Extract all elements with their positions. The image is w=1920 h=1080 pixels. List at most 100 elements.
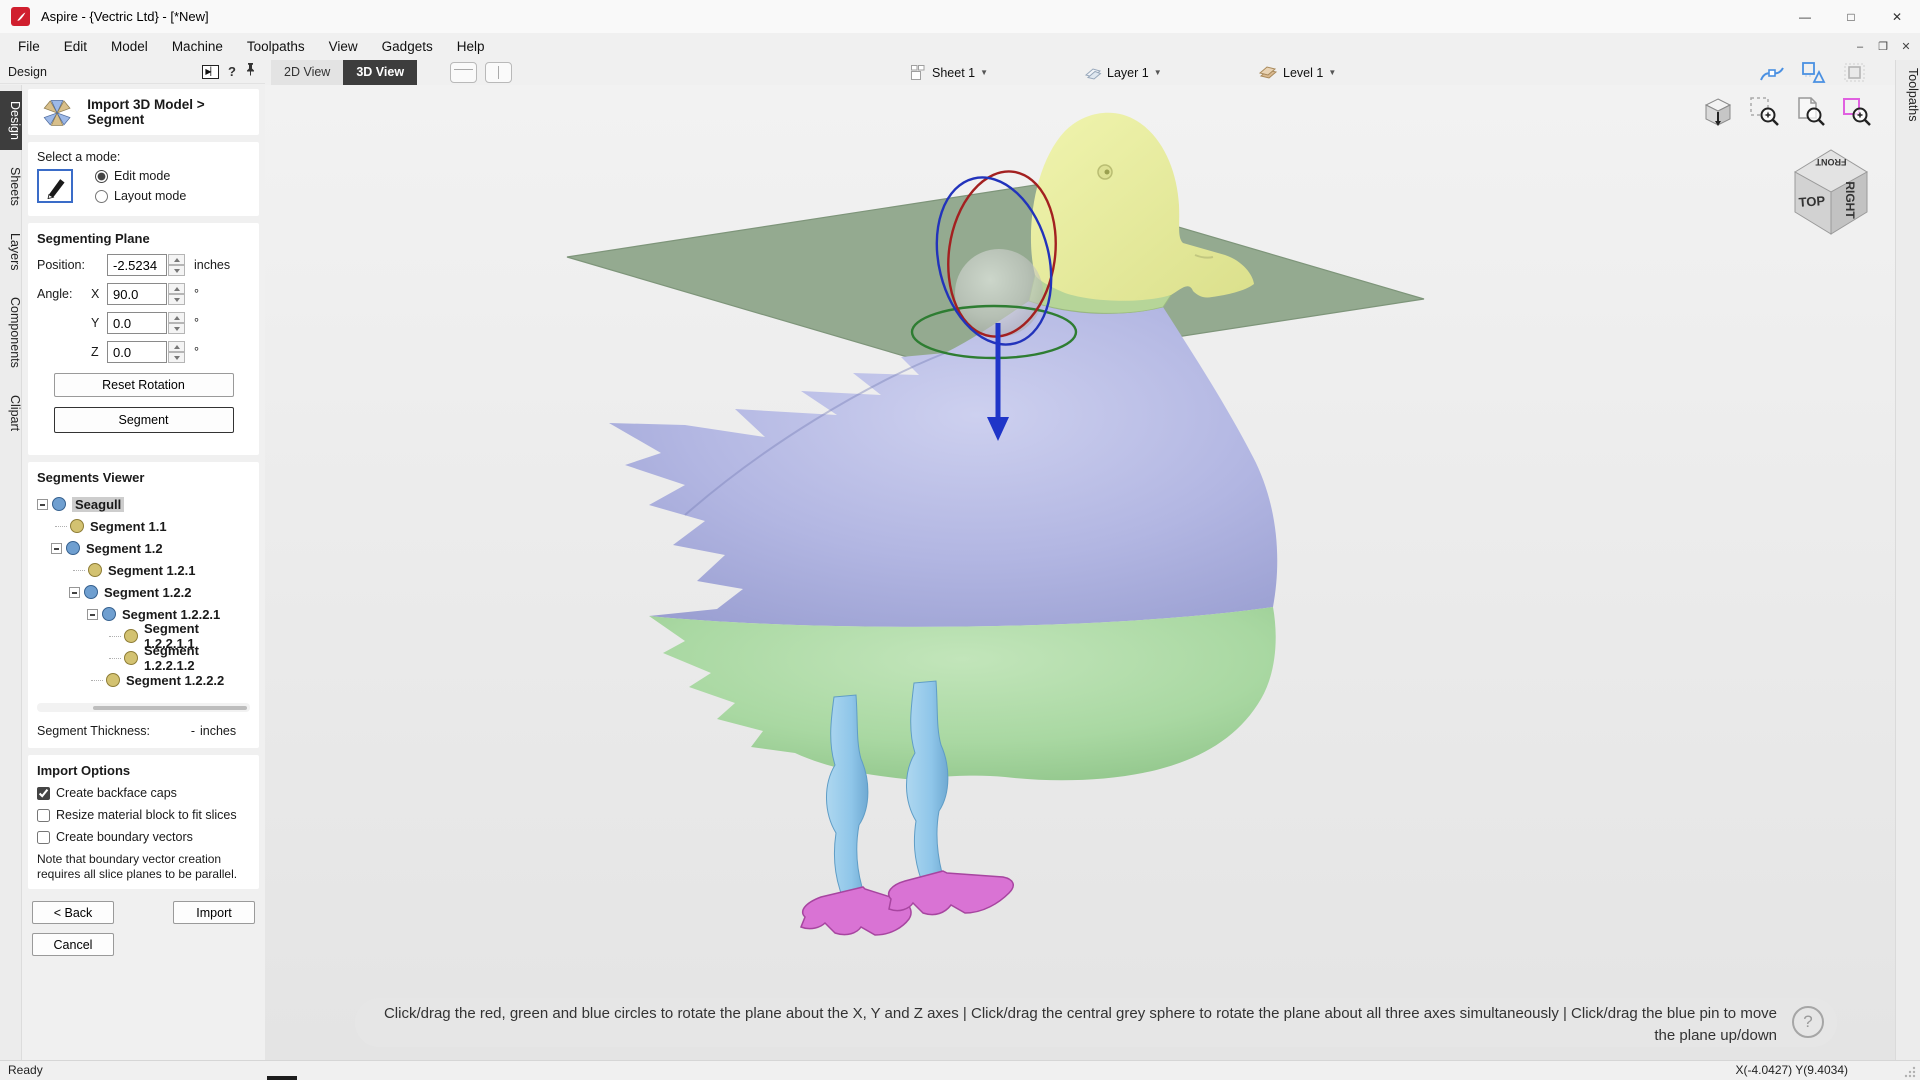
angle-y-spinner[interactable] bbox=[168, 312, 185, 334]
aspire-logo-icon bbox=[11, 7, 30, 26]
menu-model[interactable]: Model bbox=[99, 33, 160, 60]
level-selector[interactable]: Level 1▼ bbox=[1258, 60, 1336, 85]
sidebar-tab-components[interactable]: Components bbox=[0, 287, 22, 378]
segment-node-icon bbox=[124, 629, 138, 643]
layer-label: Layer 1 bbox=[1107, 66, 1149, 80]
expander-icon[interactable] bbox=[87, 609, 98, 620]
minimize-button[interactable]: — bbox=[1782, 0, 1828, 33]
segment-thickness-value: - bbox=[169, 724, 195, 738]
import-options-section: Import Options Create backface caps Resi… bbox=[28, 755, 259, 889]
mdi-minimize-icon[interactable]: – bbox=[1850, 37, 1870, 57]
segment-thickness-units: inches bbox=[200, 724, 236, 738]
segment-button[interactable]: Segment bbox=[54, 407, 234, 433]
resize-grip[interactable] bbox=[1904, 1066, 1916, 1078]
position-spinner[interactable] bbox=[168, 254, 185, 276]
segment-node-icon bbox=[88, 563, 102, 577]
axis-z-label: Z bbox=[91, 345, 107, 359]
tree-row[interactable]: Segment 1.2.1 bbox=[73, 559, 250, 581]
edit-mode-radio[interactable] bbox=[95, 170, 108, 183]
menu-help[interactable]: Help bbox=[445, 33, 497, 60]
split-horizontal-icon[interactable] bbox=[450, 62, 477, 83]
axis-y-label: Y bbox=[91, 316, 107, 330]
view-cube[interactable]: FRONT TOP RIGHT bbox=[1779, 143, 1883, 237]
chevron-down-icon: ▼ bbox=[1154, 68, 1162, 77]
scrollbar-thumb[interactable] bbox=[93, 706, 247, 710]
collapse-panel-icon[interactable]: ▶▏ bbox=[202, 65, 219, 79]
create-backface-caps-checkbox[interactable] bbox=[37, 787, 50, 800]
node-edit-icon[interactable] bbox=[1759, 62, 1785, 84]
expander-icon[interactable] bbox=[69, 587, 80, 598]
split-vertical-icon[interactable] bbox=[485, 62, 512, 83]
right-dock-strip: Toolpaths bbox=[1895, 60, 1920, 1060]
menu-machine[interactable]: Machine bbox=[160, 33, 235, 60]
pin-icon[interactable] bbox=[245, 62, 256, 81]
sheet-selector[interactable]: Sheet 1▼ bbox=[910, 60, 988, 85]
create-boundary-vectors-row[interactable]: Create boundary vectors bbox=[37, 830, 250, 844]
3d-scene[interactable] bbox=[265, 85, 1895, 1060]
angle-label: Angle: bbox=[37, 287, 91, 301]
create-boundary-vectors-checkbox[interactable] bbox=[37, 831, 50, 844]
tab-2d-view[interactable]: 2D View bbox=[271, 60, 343, 85]
angle-z-input[interactable] bbox=[107, 341, 167, 363]
angle-x-spinner[interactable] bbox=[168, 283, 185, 305]
segment-node-icon bbox=[66, 541, 80, 555]
reset-rotation-button[interactable]: Reset Rotation bbox=[54, 373, 234, 397]
layer-icon bbox=[1083, 64, 1102, 81]
isometric-view-icon[interactable] bbox=[1701, 95, 1735, 129]
view-cube-right-label[interactable]: RIGHT bbox=[1843, 181, 1857, 219]
tree-row[interactable]: Segment 1.1 bbox=[55, 515, 250, 537]
layer-selector[interactable]: Layer 1 ▼ bbox=[1083, 60, 1162, 85]
back-button[interactable]: < Back bbox=[32, 901, 114, 924]
angle-y-input[interactable] bbox=[107, 312, 167, 334]
menu-file[interactable]: File bbox=[6, 33, 52, 60]
sidebar-tab-clipart[interactable]: Clipart bbox=[0, 385, 22, 441]
menu-toolpaths[interactable]: Toolpaths bbox=[235, 33, 317, 60]
resize-material-block-checkbox[interactable] bbox=[37, 809, 50, 822]
expander-icon[interactable] bbox=[51, 543, 62, 554]
help-icon[interactable]: ? bbox=[228, 64, 236, 79]
tree-row[interactable]: Segment 1.2.2 bbox=[69, 581, 250, 603]
sidebar-tab-design[interactable]: Design bbox=[0, 91, 22, 150]
expander-icon[interactable] bbox=[37, 499, 48, 510]
menu-view[interactable]: View bbox=[317, 33, 370, 60]
tab-3d-view[interactable]: 3D View bbox=[343, 60, 417, 85]
view-cube-front-label[interactable]: FRONT bbox=[1815, 157, 1846, 167]
mdi-restore-icon[interactable]: ❐ bbox=[1873, 37, 1893, 57]
segment-node-icon bbox=[84, 585, 98, 599]
tree-row[interactable]: Segment 1.2 bbox=[51, 537, 250, 559]
resize-material-block-row[interactable]: Resize material block to fit slices bbox=[37, 808, 250, 822]
layout-mode-radio[interactable] bbox=[95, 190, 108, 203]
3d-viewport[interactable]: FRONT TOP RIGHT Click/drag the red, gree… bbox=[265, 85, 1895, 1060]
import-button[interactable]: Import bbox=[173, 901, 255, 924]
position-input[interactable] bbox=[107, 254, 167, 276]
tree-horizontal-scrollbar[interactable] bbox=[37, 703, 250, 712]
import-segment-panel: Import 3D Model > Segment Select a mode:… bbox=[22, 85, 265, 1060]
angle-z-spinner[interactable] bbox=[168, 341, 185, 363]
menu-gadgets[interactable]: Gadgets bbox=[370, 33, 445, 60]
menu-edit[interactable]: Edit bbox=[52, 33, 99, 60]
sidebar-tab-toolpaths[interactable]: Toolpaths bbox=[1896, 60, 1920, 130]
title-bar: Aspire - {Vectric Ltd} - [*New] — □ ✕ bbox=[0, 0, 1920, 33]
sidebar-tab-layers[interactable]: Layers bbox=[0, 223, 22, 281]
layout-mode-radio-row[interactable]: Layout mode bbox=[95, 189, 186, 203]
scale-object-icon[interactable] bbox=[1801, 61, 1827, 85]
maximize-button[interactable]: □ bbox=[1828, 0, 1874, 33]
segmenting-plane-title: Segmenting Plane bbox=[37, 231, 250, 246]
tree-row[interactable]: Segment 1.2.2.1.2 bbox=[109, 647, 250, 669]
edit-mode-radio-row[interactable]: Edit mode bbox=[95, 169, 186, 183]
create-backface-caps-row[interactable]: Create backface caps bbox=[37, 786, 250, 800]
align-object-icon-disabled[interactable] bbox=[1843, 62, 1867, 84]
level-label: Level 1 bbox=[1283, 66, 1323, 80]
close-button[interactable]: ✕ bbox=[1874, 0, 1920, 33]
zoom-box-icon[interactable] bbox=[1841, 96, 1873, 128]
view-cube-top-label[interactable]: TOP bbox=[1798, 193, 1826, 210]
mdi-close-icon[interactable]: ✕ bbox=[1896, 37, 1916, 57]
zoom-drawing-icon[interactable] bbox=[1795, 96, 1827, 128]
layout-mode-label: Layout mode bbox=[114, 189, 186, 203]
tree-row[interactable]: Seagull bbox=[37, 493, 250, 515]
angle-x-input[interactable] bbox=[107, 283, 167, 305]
sidebar-tab-sheets[interactable]: Sheets bbox=[0, 157, 22, 216]
zoom-selection-icon[interactable] bbox=[1749, 96, 1781, 128]
hint-help-icon[interactable]: ? bbox=[1792, 1006, 1824, 1038]
cancel-button[interactable]: Cancel bbox=[32, 933, 114, 956]
